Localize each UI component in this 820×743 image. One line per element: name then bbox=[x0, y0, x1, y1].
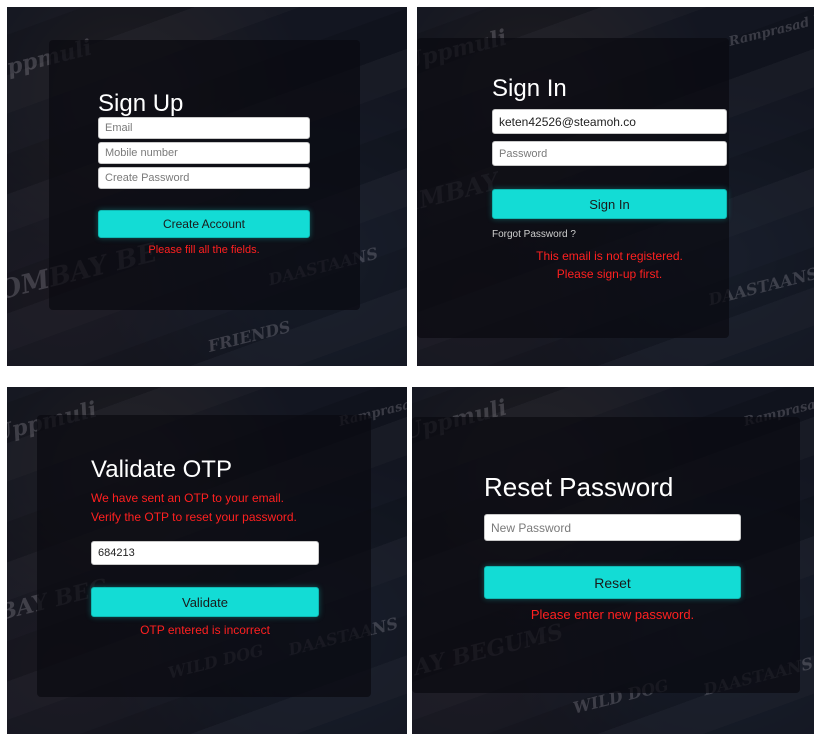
otp-title: Validate OTP bbox=[91, 456, 232, 483]
reset-panel: Uppmuli Ramprasad ki tehrvi AY BEGUMS DA… bbox=[412, 387, 814, 734]
signin-panel: Uppmuli Ramprasad ki tehrvi IMBAY DAASTA… bbox=[417, 7, 814, 366]
otp-card: Validate OTP We have sent an OTP to your… bbox=[37, 415, 371, 697]
forgot-password-link[interactable]: Forgot Password ? bbox=[492, 229, 576, 240]
bg-poster-title: FRIENDS bbox=[205, 317, 293, 356]
email-field[interactable] bbox=[492, 109, 727, 134]
reset-error-message: Please enter new password. bbox=[530, 607, 695, 622]
signin-card: Sign In Sign In Forgot Password ? This e… bbox=[417, 38, 729, 338]
otp-error-message: OTP entered is incorrect bbox=[140, 623, 270, 637]
signin-title: Sign In bbox=[492, 75, 567, 102]
signup-error-message: Please fill all the fields. bbox=[148, 244, 260, 256]
sign-in-button[interactable]: Sign In bbox=[492, 189, 727, 219]
create-password-field[interactable] bbox=[98, 167, 310, 189]
create-account-button[interactable]: Create Account bbox=[98, 210, 310, 238]
reset-button[interactable]: Reset bbox=[484, 566, 741, 599]
signup-card: Sign Up Create Account Please fill all t… bbox=[49, 40, 360, 310]
otp-field[interactable] bbox=[91, 541, 319, 565]
password-field[interactable] bbox=[492, 141, 727, 166]
bg-poster-title: Ramprasad ki tehrvi bbox=[727, 7, 814, 50]
signin-error-line-2: Please sign-up first. bbox=[556, 267, 663, 281]
signup-panel: Uppmuli OMBAY BE DAASTAANS FRIENDS Sign … bbox=[7, 7, 407, 366]
signup-title: Sign Up bbox=[98, 90, 184, 117]
otp-info-line-1: We have sent an OTP to your email. bbox=[91, 491, 284, 505]
signin-error-line-1: This email is not registered. bbox=[536, 249, 683, 263]
otp-info-line-2: Verify the OTP to reset your password. bbox=[91, 510, 297, 524]
new-password-field[interactable] bbox=[484, 514, 741, 541]
validate-button[interactable]: Validate bbox=[91, 587, 319, 617]
email-field[interactable] bbox=[98, 117, 310, 139]
reset-card: Reset Password Reset Please enter new pa… bbox=[412, 417, 800, 693]
otp-panel: Uppmuli Ramprasad ki tehrvi BAY BEG DAAS… bbox=[7, 387, 407, 734]
mobile-number-field[interactable] bbox=[98, 142, 310, 164]
reset-title: Reset Password bbox=[484, 472, 674, 502]
